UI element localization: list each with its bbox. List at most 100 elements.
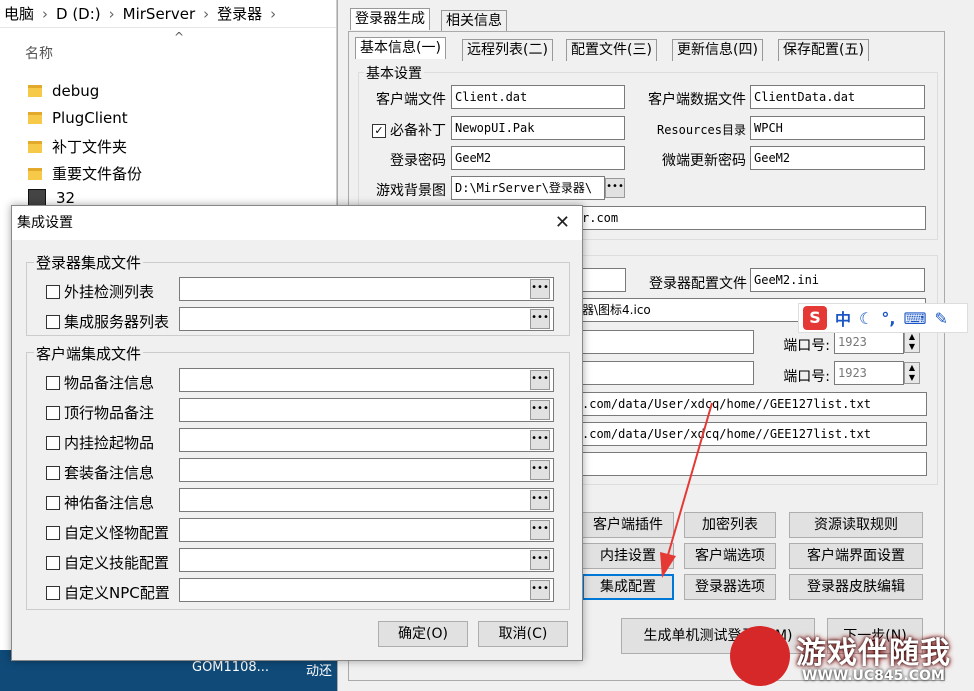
browse-set-notes-button[interactable]: •••	[530, 460, 550, 480]
checkbox-icon[interactable]	[46, 284, 60, 299]
dialog-title-bar[interactable]: 集成设置 ✕	[12, 206, 582, 240]
login-skin-edit-button[interactable]: 登录器皮肤编辑	[789, 574, 923, 600]
top-item-notes-input[interactable]	[179, 398, 554, 422]
checkbox-plugin-detect-list[interactable]: 外挂检测列表	[46, 281, 154, 302]
checkbox-set-notes[interactable]: 套装备注信息	[46, 462, 154, 483]
port-stepper-1[interactable]: ▲ ▼	[904, 331, 920, 353]
extra-url-input[interactable]	[578, 452, 927, 476]
custom-npc-input[interactable]	[179, 578, 554, 602]
encrypt-list-button[interactable]: 加密列表	[684, 512, 776, 538]
browse-custom-monster-button[interactable]: •••	[530, 520, 550, 540]
config-input-left[interactable]	[578, 268, 626, 292]
client-file-input[interactable]: Client.dat	[451, 85, 625, 109]
server-list-input[interactable]	[179, 307, 554, 331]
integration-config-button[interactable]: 集成配置	[582, 574, 674, 600]
browse-custom-npc-button[interactable]: •••	[530, 580, 550, 600]
checkbox-icon[interactable]	[46, 585, 60, 600]
column-header-name[interactable]: 名称	[25, 43, 53, 63]
resources-dir-input[interactable]: WPCH	[750, 116, 925, 140]
keyboard-icon[interactable]: ⌨	[903, 309, 926, 328]
wrench-icon[interactable]: ✎	[935, 309, 948, 328]
breadcrumb-drive[interactable]: D (D:)	[56, 5, 101, 23]
checkbox-item-notes[interactable]: 物品备注信息	[46, 372, 154, 393]
subtab-basic-info[interactable]: 基本信息(一)	[355, 37, 446, 59]
file-item-patch-folder[interactable]: 补丁文件夹	[28, 136, 127, 157]
ime-mode-chinese[interactable]: 中	[835, 306, 851, 330]
client-ui-settings-button[interactable]: 客户端界面设置	[789, 543, 923, 569]
client-options-button[interactable]: 客户端选项	[684, 543, 776, 569]
set-notes-input[interactable]	[179, 458, 554, 482]
custom-monster-input[interactable]	[179, 518, 554, 542]
pickup-items-input[interactable]	[179, 428, 554, 452]
breadcrumb-pc[interactable]: 电脑	[4, 3, 34, 24]
subtab-update-info[interactable]: 更新信息(四)	[672, 39, 763, 61]
subtab-config-file[interactable]: 配置文件(三)	[566, 39, 657, 61]
checkbox-blessing-notes[interactable]: 神佑备注信息	[46, 492, 154, 513]
checkbox-custom-monster[interactable]: 自定义怪物配置	[46, 522, 169, 543]
file-item-debug[interactable]: debug	[28, 82, 99, 100]
breadcrumb-mirserver[interactable]: MirServer	[123, 5, 195, 23]
ime-toolbar[interactable]: S 中 ☾ °, ⌨ ✎	[798, 303, 968, 333]
checkbox-icon[interactable]	[46, 465, 60, 480]
port-stepper-2[interactable]: ▲ ▼	[904, 362, 920, 384]
port-input-1[interactable]: 1923	[834, 330, 904, 354]
address-bar[interactable]: 电脑 › D (D:) › MirServer › 登录器 ›	[0, 0, 336, 28]
checkbox-custom-skill[interactable]: 自定义技能配置	[46, 552, 169, 573]
taskbar-item[interactable]: GOM1108...	[192, 660, 269, 675]
subtab-save-config[interactable]: 保存配置(五)	[778, 39, 869, 61]
checkbox-icon[interactable]	[46, 314, 60, 329]
checkbox-server-list[interactable]: 集成服务器列表	[46, 311, 169, 332]
breadcrumb-login[interactable]: 登录器	[217, 3, 262, 24]
checkbox-icon[interactable]	[46, 435, 60, 450]
subtab-remote-list[interactable]: 远程列表(二)	[462, 39, 553, 61]
login-options-button[interactable]: 登录器选项	[684, 574, 776, 600]
server-address-input-1[interactable]	[578, 330, 754, 354]
checkbox-icon[interactable]	[46, 375, 60, 390]
embedded-settings-button[interactable]: 内挂设置	[582, 543, 674, 569]
server-address-input-2[interactable]	[578, 361, 754, 385]
login-config-file-input[interactable]: GeeM2.ini	[750, 268, 925, 292]
browse-top-item-notes-button[interactable]: •••	[530, 400, 550, 420]
tab-login-generate[interactable]: 登录器生成	[350, 8, 430, 30]
taskbar-item[interactable]: 动还	[306, 660, 332, 679]
list-url-input-2[interactable]: .com/data/User/xdcq/home//GEE127list.txt	[578, 422, 927, 446]
checkbox-icon[interactable]	[46, 495, 60, 510]
checkbox-icon[interactable]	[46, 405, 60, 420]
required-patch-checkbox[interactable]: ✓ 必备补丁	[362, 120, 446, 140]
checkbox-icon[interactable]	[46, 525, 60, 540]
list-url-input-1[interactable]: .com/data/User/xdcq/home//GEE127list.txt	[578, 392, 927, 416]
browse-plugin-detect-button[interactable]: •••	[530, 279, 550, 299]
login-password-input[interactable]: GeeM2	[451, 146, 625, 170]
browse-custom-skill-button[interactable]: •••	[530, 550, 550, 570]
item-notes-input[interactable]	[179, 368, 554, 392]
custom-skill-input[interactable]	[179, 548, 554, 572]
tab-related-info[interactable]: 相关信息	[441, 10, 507, 32]
checkbox-checked-icon[interactable]: ✓	[372, 124, 386, 138]
checkbox-pickup-items[interactable]: 内挂捡起物品	[46, 432, 154, 453]
browse-background-button[interactable]: •••	[605, 178, 625, 198]
punctuation-icon[interactable]: °,	[881, 309, 895, 328]
port-input-2[interactable]: 1923	[834, 361, 904, 385]
moon-icon[interactable]: ☾	[859, 309, 873, 328]
close-icon[interactable]: ✕	[555, 206, 570, 240]
browse-blessing-notes-button[interactable]: •••	[530, 490, 550, 510]
browse-server-list-button[interactable]: •••	[530, 309, 550, 329]
browse-pickup-items-button[interactable]: •••	[530, 430, 550, 450]
checkbox-custom-npc[interactable]: 自定义NPC配置	[46, 582, 170, 603]
blessing-notes-input[interactable]	[179, 488, 554, 512]
micro-update-password-input[interactable]: GeeM2	[750, 146, 925, 170]
plugin-detect-list-input[interactable]	[179, 277, 554, 301]
client-data-input[interactable]: ClientData.dat	[750, 85, 925, 109]
cancel-button[interactable]: 取消(C)	[478, 621, 568, 647]
checkbox-top-item-notes[interactable]: 顶行物品备注	[46, 402, 154, 423]
required-patch-input[interactable]: NewopUI.Pak	[451, 116, 625, 140]
client-plugin-button[interactable]: 客户端插件	[582, 512, 674, 538]
checkbox-icon[interactable]	[46, 555, 60, 570]
file-item-plugclient[interactable]: PlugClient	[28, 109, 128, 127]
server-url-input[interactable]: r.com	[578, 206, 926, 230]
ok-button[interactable]: 确定(O)	[378, 621, 468, 647]
resource-rules-button[interactable]: 资源读取规则	[789, 512, 923, 538]
browse-item-notes-button[interactable]: •••	[530, 370, 550, 390]
file-item-backup[interactable]: 重要文件备份	[28, 163, 142, 184]
game-background-input[interactable]: D:\MirServer\登录器\	[451, 176, 605, 200]
